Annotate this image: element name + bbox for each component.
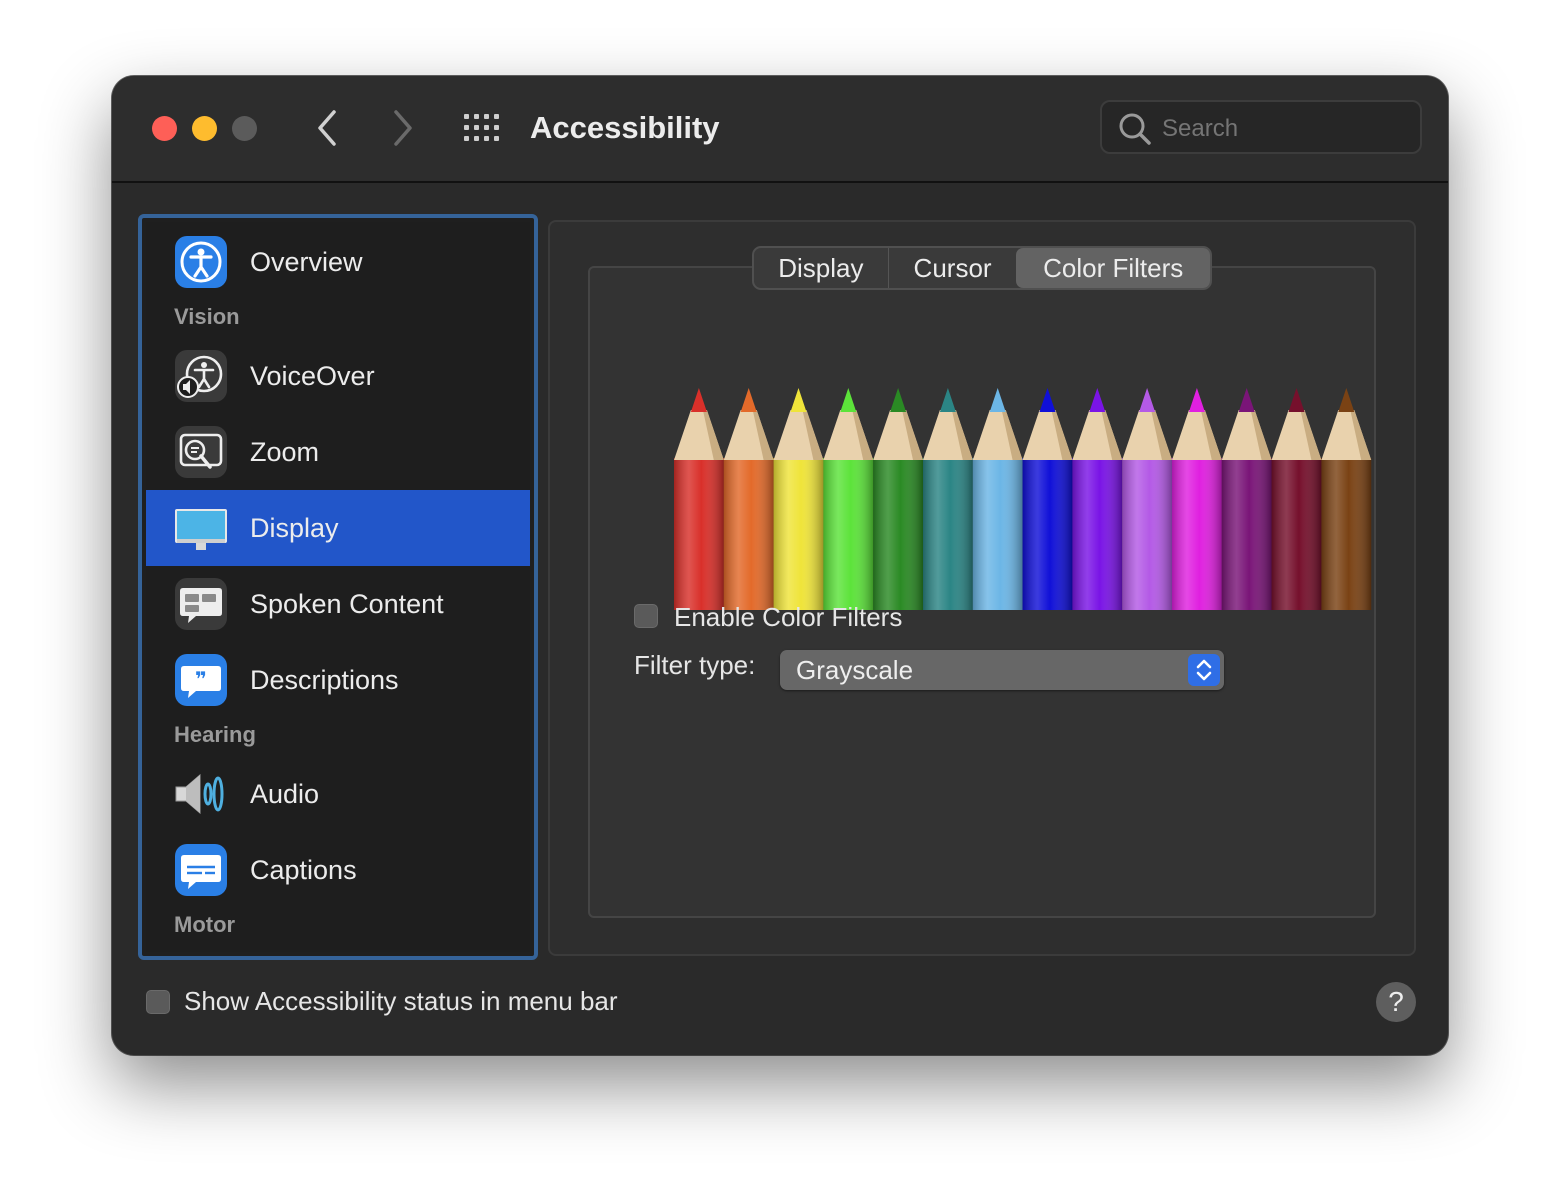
- popup-arrows-icon: [1188, 654, 1220, 686]
- chevron-left-icon: [318, 110, 336, 146]
- sidebar-item-label: VoiceOver: [250, 360, 375, 391]
- tab-content-box: Enable Color Filters: [588, 266, 1376, 918]
- pencil: [1022, 388, 1073, 610]
- minimize-button[interactable]: [192, 116, 217, 141]
- pencil: [674, 388, 724, 610]
- search-icon: [1119, 113, 1151, 145]
- enable-color-filters-label: Enable Color Filters: [674, 602, 903, 632]
- pencil: [972, 388, 1023, 610]
- sidebar-item-captions[interactable]: Captions: [146, 832, 530, 908]
- sidebar[interactable]: Overview Vision VoiceOver Zoom Display S…: [138, 214, 538, 960]
- zoom-icon: [175, 426, 227, 478]
- color-pencils-image: [674, 388, 1372, 610]
- sidebar-item-descriptions[interactable]: ❞ Descriptions: [146, 642, 530, 718]
- pencil: [923, 388, 973, 610]
- zoom-button[interactable]: [232, 116, 257, 141]
- tab-color-filters[interactable]: Color Filters: [1016, 248, 1210, 288]
- enable-color-filters-checkbox[interactable]: [634, 604, 658, 628]
- section-header-hearing: Hearing: [174, 722, 256, 747]
- voiceover-icon: [175, 350, 227, 402]
- sidebar-item-label: Spoken Content: [250, 588, 444, 619]
- pencil: [1321, 388, 1372, 610]
- window-title: Accessibility: [530, 110, 720, 145]
- show-status-checkbox[interactable]: [146, 990, 170, 1014]
- pencil: [723, 388, 774, 610]
- pencil: [1271, 388, 1322, 610]
- close-button[interactable]: [152, 116, 177, 141]
- sidebar-item-label: Captions: [250, 854, 357, 885]
- search-input[interactable]: [1160, 110, 1404, 148]
- descriptions-icon: ❞: [175, 654, 227, 706]
- sidebar-item-label: Overview: [250, 246, 363, 277]
- captions-icon: [175, 844, 227, 896]
- sidebar-item-voiceover[interactable]: VoiceOver: [146, 338, 530, 414]
- main-panel: Enable Color Filters Display Cursor Colo…: [548, 220, 1416, 956]
- tab-display[interactable]: Display: [754, 248, 888, 288]
- sidebar-item-label: Descriptions: [250, 664, 399, 695]
- filter-type-label: Filter type:: [634, 650, 756, 680]
- sidebar-item-overview[interactable]: Overview: [146, 224, 530, 300]
- chevron-right-icon: [394, 110, 412, 146]
- help-button[interactable]: ?: [1376, 982, 1416, 1022]
- show-all-button[interactable]: [462, 112, 502, 144]
- tab-bar: Display Cursor Color Filters: [752, 246, 1212, 290]
- pencil: [1172, 388, 1222, 610]
- tab-cursor[interactable]: Cursor: [887, 248, 1017, 288]
- back-button[interactable]: [308, 106, 348, 150]
- svg-text:❞: ❞: [195, 667, 207, 691]
- section-header-motor: Motor: [174, 912, 236, 937]
- sidebar-item-label: Display: [250, 512, 339, 543]
- pencil: [823, 388, 874, 610]
- filter-type-popup[interactable]: Grayscale: [780, 650, 1224, 690]
- show-status-label: Show Accessibility status in menu bar: [184, 986, 618, 1016]
- spoken-content-icon: [175, 578, 227, 630]
- sidebar-item-label: Zoom: [250, 436, 320, 467]
- grid-icon: [464, 114, 499, 141]
- sidebar-item-display[interactable]: Display: [146, 490, 530, 566]
- sidebar-item-audio[interactable]: Audio: [146, 756, 530, 832]
- pencil: [1221, 388, 1272, 610]
- title-bar: Accessibility: [112, 76, 1448, 183]
- display-icon: [175, 509, 227, 550]
- search-field[interactable]: [1100, 100, 1422, 154]
- pencil: [773, 388, 824, 610]
- audio-icon: [175, 773, 224, 815]
- pencil: [1072, 388, 1123, 610]
- forward-button[interactable]: [382, 106, 422, 150]
- section-header-vision: Vision: [174, 304, 240, 329]
- sidebar-item-label: Audio: [250, 778, 320, 809]
- pencil: [1122, 388, 1172, 610]
- sidebar-item-spoken-content[interactable]: Spoken Content: [146, 566, 530, 642]
- accessibility-icon: [175, 236, 227, 288]
- filter-type-value: Grayscale: [796, 655, 914, 685]
- pencil: [873, 388, 923, 610]
- sidebar-item-zoom[interactable]: Zoom: [146, 414, 530, 490]
- preferences-window: Accessibility Overview Vision: [112, 76, 1448, 1055]
